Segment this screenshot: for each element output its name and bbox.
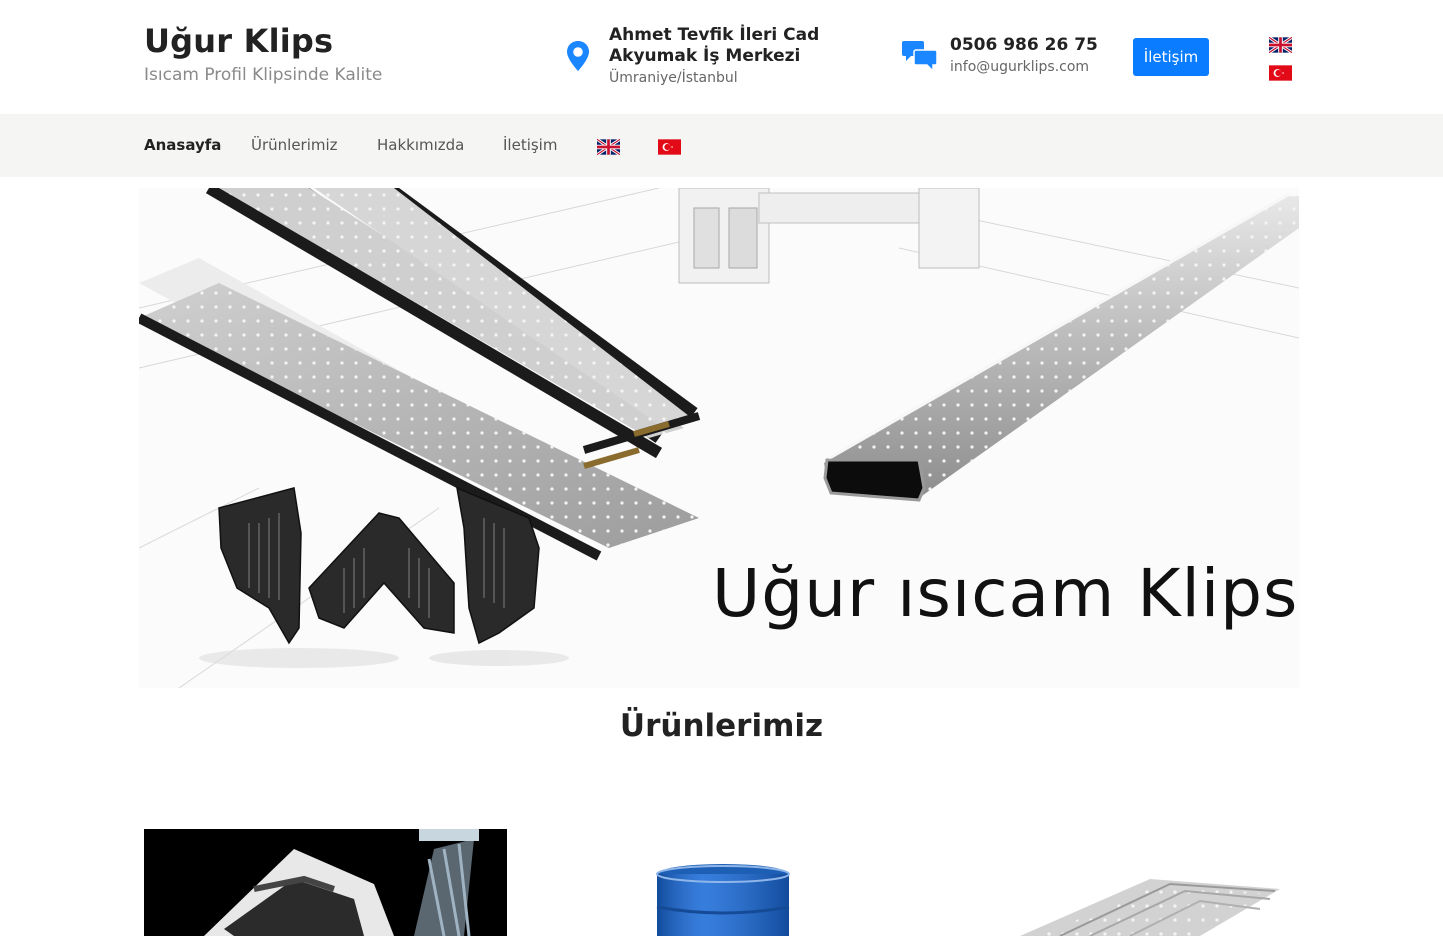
products-heading: Ürünlerimiz <box>619 708 824 744</box>
site-tagline: Isıcam Profil Klipsinde Kalite <box>144 65 383 85</box>
nav-item-about[interactable]: Hakkımızda <box>377 136 464 154</box>
phone-number[interactable]: 0506 986 26 75 <box>950 35 1098 55</box>
chat-bubbles-icon <box>902 41 938 73</box>
uk-flag-icon[interactable] <box>1269 37 1292 53</box>
product-image-clips[interactable] <box>144 829 507 936</box>
hero-caption: Uğur ısıcam Klips <box>712 555 1299 632</box>
site-title[interactable]: Uğur Klips <box>144 22 333 60</box>
address-line-3: Ümraniye/İstanbul <box>609 70 738 86</box>
nav-item-contact[interactable]: İletişim <box>503 136 557 154</box>
turkey-flag-icon[interactable] <box>658 139 681 155</box>
turkey-flag-icon[interactable] <box>1269 65 1292 81</box>
nav-item-products[interactable]: Ürünlerimiz <box>251 136 338 154</box>
address-line-2: Akyumak İş Merkezi <box>609 46 801 66</box>
product-image-drum[interactable] <box>620 829 820 936</box>
site-header: Uğur Klips Isıcam Profil Klipsinde Kalit… <box>0 0 1443 114</box>
email-address[interactable]: info@ugurklips.com <box>950 59 1089 75</box>
location-pin-icon <box>567 41 589 71</box>
page: Uğur Klips Isıcam Profil Klipsinde Kalit… <box>0 0 1443 936</box>
nav-item-home[interactable]: Anasayfa <box>144 136 221 154</box>
product-image-spacers[interactable] <box>1000 829 1300 936</box>
contact-button[interactable]: İletişim <box>1133 38 1209 76</box>
address-line-1: Ahmet Tevfik İleri Cad <box>609 25 820 45</box>
uk-flag-icon[interactable] <box>597 139 620 155</box>
